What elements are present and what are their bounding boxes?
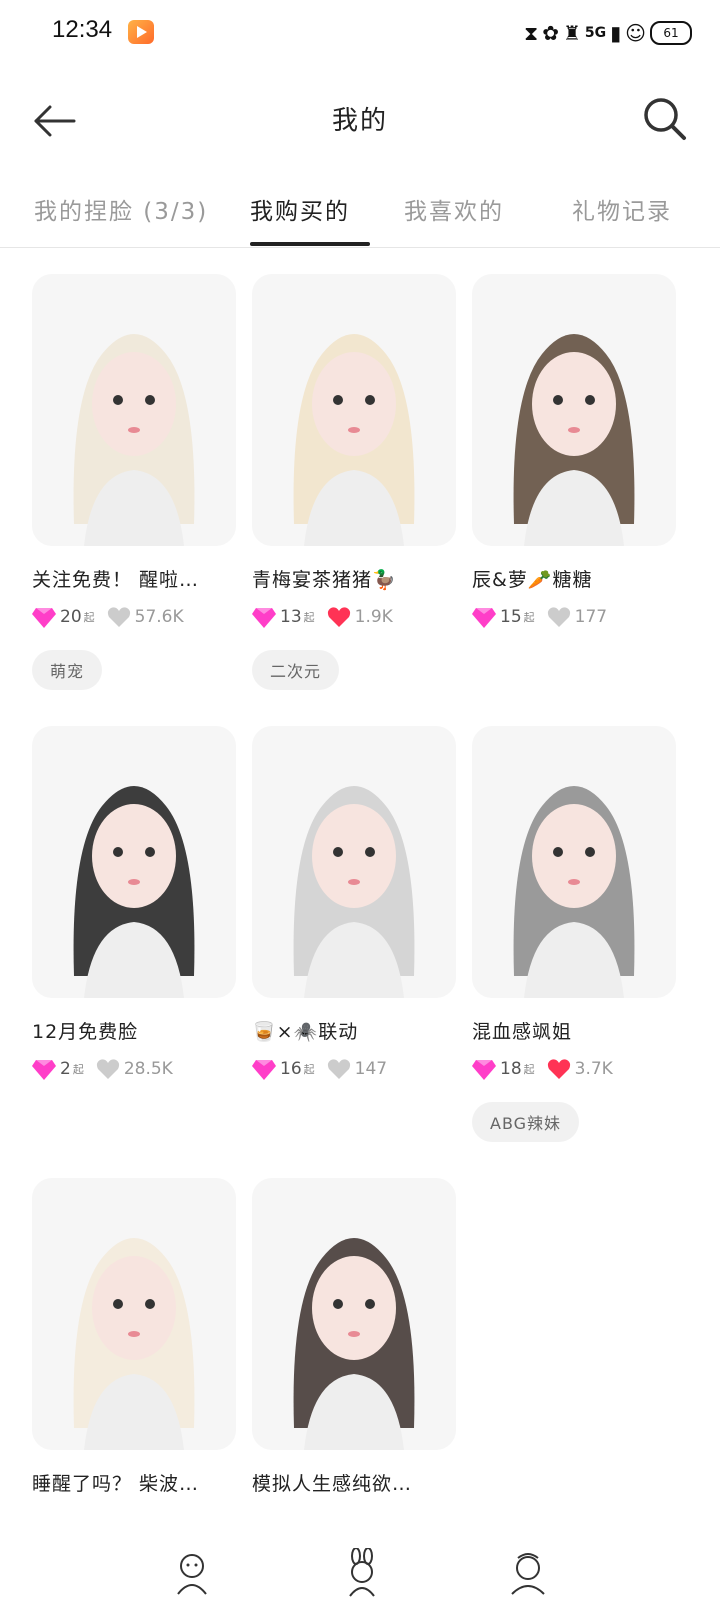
product-card[interactable]: 🥃×🕷️联动 16 起 147 [252,726,456,1082]
diamond-icon [32,1060,56,1080]
nav-avatar-icon-2[interactable] [506,1548,550,1598]
card-title: 12月免费脸 [32,1021,139,1043]
heart-icon[interactable] [96,1058,120,1080]
active-tab-indicator [250,242,370,246]
tab-my-faces[interactable]: 我的捏脸 (3/3) [34,192,208,226]
card-title: 🥃×🕷️联动 [252,1021,359,1043]
avatar-preview-image[interactable] [252,274,456,546]
heart-icon[interactable] [107,606,131,628]
search-icon [644,98,686,140]
status-time: 12:34 [52,16,113,43]
product-card[interactable]: 混血感飒姐 18 起 3.7K ABG辣妹 [472,726,676,1142]
heart-icon[interactable] [327,1058,351,1080]
wifi-icon: ☺ [625,21,646,45]
card-title: 青梅宴茶猪猪🦆 [252,569,397,591]
page-header: 我的 [0,80,720,160]
like-count: 177 [574,607,608,627]
status-icons: ⧗ ✿ ♜ 5G ▮ ☺ 61 [524,16,692,50]
diamond-icon [32,608,56,628]
price-unit: 起 [303,1063,315,1076]
tab-liked[interactable]: 我喜欢的 [404,192,504,226]
price-value: 13 [280,607,302,627]
battery-icon: 61 [650,21,692,45]
silent-icon: ✿ [542,21,559,45]
signal-icon: ▮ [610,21,622,45]
price-unit: 起 [72,1063,84,1076]
tab-gift-records[interactable]: 礼物记录 [572,192,672,226]
price-unit: 起 [83,611,95,624]
like-count: 28.5K [123,1059,173,1079]
card-meta: 2 起 28.5K [32,1056,236,1082]
nav-avatar-icon-1[interactable] [170,1548,214,1598]
price-unit: 起 [303,611,315,624]
avatar-preview-image[interactable] [32,726,236,998]
card-meta: 16 起 147 [252,1056,456,1082]
card-title: 关注免费！ 醒啦… [32,569,200,591]
card-title: 模拟人生感纯欲… [252,1473,413,1495]
like-count: 3.7K [574,1059,613,1079]
price-value: 16 [280,1059,302,1079]
app-notification-icon [128,20,154,44]
avatar-preview-image[interactable] [32,274,236,546]
avatar-preview-image[interactable] [252,1178,456,1450]
like-count: 1.9K [354,607,393,627]
price-unit: 起 [523,611,535,624]
status-bar: 12:34 ⧗ ✿ ♜ 5G ▮ ☺ 61 [0,0,720,66]
page-title: 我的 [331,106,388,136]
product-card[interactable]: 青梅宴茶猪猪🦆 13 起 1.9K 二次元 [252,274,456,690]
heart-icon[interactable] [547,1058,571,1080]
product-card[interactable]: 睡醒了吗？ 柴波… [32,1178,236,1498]
avatar-preview-image[interactable] [472,726,676,998]
vpn-icon: ♜ [562,21,581,45]
product-card[interactable]: 12月免费脸 2 起 28.5K [32,726,236,1082]
nav-bunny-icon[interactable] [340,1547,384,1598]
search-button[interactable] [640,94,690,144]
heart-icon[interactable] [547,606,571,628]
avatar-preview-image[interactable] [472,274,676,546]
category-tag[interactable]: 萌宠 [32,650,103,690]
tab-bar: 我的捏脸 (3/3) 我购买的 我喜欢的 礼物记录 [0,180,720,248]
hourglass-icon: ⧗ [524,21,539,45]
product-card[interactable]: 辰&萝🥕糖糖 15 起 177 [472,274,676,630]
card-meta: 15 起 177 [472,604,676,630]
avatar-preview-image[interactable] [32,1178,236,1450]
heart-icon[interactable] [327,606,351,628]
diamond-icon [472,1060,496,1080]
product-card[interactable]: 关注免费！ 醒啦… 20 起 57.6K 萌宠 [32,274,236,690]
diamond-icon [252,1060,276,1080]
tab-purchased[interactable]: 我购买的 [250,192,350,226]
bottom-nav [0,1540,720,1612]
card-meta: 13 起 1.9K [252,604,456,630]
product-card[interactable]: 模拟人生感纯欲… [252,1178,456,1498]
card-title: 混血感飒姐 [472,1021,573,1043]
price-value: 20 [60,607,82,627]
network-label: 5G [584,25,607,41]
diamond-icon [252,608,276,628]
card-meta: 18 起 3.7K [472,1056,676,1082]
category-tag[interactable]: ABG辣妹 [472,1102,580,1142]
price-value: 2 [60,1059,71,1079]
like-count: 57.6K [134,607,184,627]
price-value: 18 [500,1059,522,1079]
card-meta: 20 起 57.6K [32,604,236,630]
like-count: 147 [354,1059,388,1079]
price-unit: 起 [523,1063,535,1076]
price-value: 15 [500,607,522,627]
category-tag[interactable]: 二次元 [252,650,340,690]
card-title: 辰&萝🥕糖糖 [472,569,593,591]
avatar-preview-image[interactable] [252,726,456,998]
diamond-icon [472,608,496,628]
card-title: 睡醒了吗？ 柴波… [32,1473,200,1495]
